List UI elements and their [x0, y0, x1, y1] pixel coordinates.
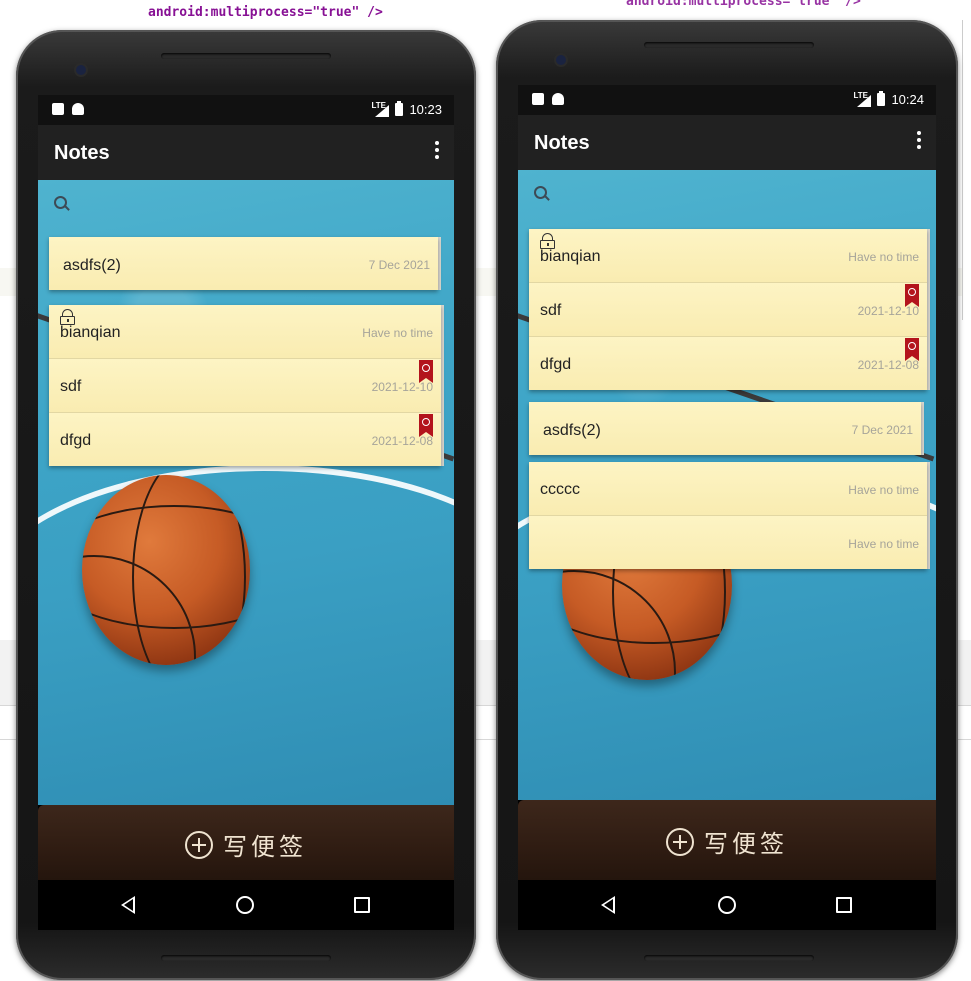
note-title: bianqian — [60, 324, 121, 341]
note-title: asdfs(2) — [63, 257, 121, 274]
alarm-icon — [905, 284, 919, 307]
notes-list-background: bianqian Have no time sdf 2021-12-10 dfg… — [518, 170, 936, 800]
new-note-button[interactable]: 写便签 — [185, 827, 307, 862]
note-time: 2021-12-10 — [371, 380, 433, 394]
note-title: sdf — [60, 378, 82, 395]
note-folder-group: ccccc Have no time Have no time — [529, 462, 927, 569]
speaker-grille — [161, 53, 331, 59]
note-card[interactable]: asdfs(2) 7 Dec 2021 — [49, 237, 438, 290]
screen: LTE 10:24 Notes bianqian Have no time sd… — [518, 85, 936, 930]
note-time: 2021-12-08 — [371, 434, 433, 448]
note-item[interactable]: dfgd 2021-12-08 — [49, 413, 441, 466]
basketball-image — [82, 475, 250, 665]
navigation-bar — [38, 880, 454, 930]
new-note-label: 写便签 — [223, 833, 307, 861]
search-icon[interactable] — [54, 196, 70, 212]
note-time: Have no time — [848, 483, 919, 497]
overflow-menu-icon[interactable] — [916, 129, 922, 155]
signal-icon: LTE — [853, 91, 872, 107]
speaker-grille — [644, 42, 814, 48]
bottom-speaker — [161, 955, 331, 961]
note-folder-group: bianqian Have no time sdf 2021-12-10 dfg… — [49, 305, 441, 466]
note-item[interactable]: Have no time — [529, 516, 927, 569]
status-bar: LTE 10:24 — [518, 85, 936, 115]
note-time: Have no time — [848, 537, 919, 551]
note-title: bianqian — [540, 248, 601, 265]
sd-card-icon — [532, 93, 544, 105]
note-item[interactable]: ccccc Have no time — [529, 462, 927, 516]
signal-icon: LTE — [371, 101, 390, 117]
bottom-speaker — [644, 955, 814, 961]
notes-list-background: asdfs(2) 7 Dec 2021 bianqian Have no tim… — [38, 180, 454, 805]
new-note-bar: 写便签 — [38, 805, 454, 880]
lock-icon — [540, 233, 555, 249]
plus-circle-icon — [666, 827, 694, 856]
page-title: Notes — [54, 142, 110, 164]
search-icon[interactable] — [534, 186, 550, 202]
battery-icon — [877, 91, 886, 106]
alarm-icon — [419, 360, 433, 383]
recents-icon[interactable] — [354, 897, 370, 913]
note-time: Have no time — [848, 250, 919, 264]
ide-code-text: android:multiprocess="true" /> — [148, 5, 383, 20]
home-icon[interactable] — [236, 896, 254, 914]
note-item[interactable]: bianqian Have no time — [49, 305, 441, 359]
new-note-button[interactable]: 写便签 — [666, 824, 788, 859]
note-title: sdf — [540, 302, 562, 319]
note-title: asdfs(2) — [543, 422, 601, 439]
note-card[interactable]: asdfs(2) 7 Dec 2021 — [529, 402, 921, 455]
note-item[interactable]: asdfs(2) 7 Dec 2021 — [529, 402, 921, 455]
note-item[interactable]: asdfs(2) 7 Dec 2021 — [49, 237, 438, 290]
app-bar: Notes — [38, 125, 454, 180]
plus-circle-icon — [185, 830, 213, 859]
note-item[interactable]: dfgd 2021-12-08 — [529, 337, 927, 390]
app-bar: Notes — [518, 115, 936, 170]
recents-icon[interactable] — [836, 897, 852, 913]
alarm-icon — [905, 338, 919, 361]
status-bar: LTE 10:23 — [38, 95, 454, 125]
status-time: 10:24 — [891, 92, 924, 107]
note-time: 7 Dec 2021 — [851, 423, 913, 437]
new-note-bar: 写便签 — [518, 800, 936, 880]
note-item[interactable]: bianqian Have no time — [529, 229, 927, 283]
screen: LTE 10:23 Notes asdfs(2) 7 Dec 2021 bian… — [38, 95, 454, 930]
note-time: Have no time — [362, 326, 433, 340]
note-folder-group: bianqian Have no time sdf 2021-12-10 dfg… — [529, 229, 927, 390]
note-item[interactable]: sdf 2021-12-10 — [529, 283, 927, 337]
back-icon[interactable] — [121, 896, 135, 914]
alarm-icon — [419, 414, 433, 437]
note-title: dfgd — [60, 432, 92, 449]
navigation-bar — [518, 880, 936, 930]
ide-code-line-right: android:multiprocess="true" /> — [626, 0, 861, 9]
lock-icon — [60, 309, 75, 325]
overflow-menu-icon[interactable] — [434, 139, 440, 165]
note-time: 2021-12-10 — [857, 304, 919, 318]
back-icon[interactable] — [601, 896, 615, 914]
ide-code-text-right: android:multiprocess="true" /> — [626, 0, 861, 9]
phone-frame-2: LTE 10:24 Notes bianqian Have no time sd… — [496, 20, 958, 980]
android-icon — [72, 103, 84, 115]
note-time: 7 Dec 2021 — [368, 258, 430, 272]
ide-editor-edge — [962, 20, 971, 320]
note-title: dfgd — [540, 356, 572, 373]
note-item[interactable]: sdf 2021-12-10 — [49, 359, 441, 413]
status-time: 10:23 — [409, 102, 442, 117]
android-icon — [552, 93, 564, 105]
phone-frame-1: LTE 10:23 Notes asdfs(2) 7 Dec 2021 bian… — [16, 30, 476, 980]
front-camera — [556, 55, 566, 65]
ide-code-line: android:multiprocess="true" /> — [148, 5, 383, 20]
ide-highlight — [476, 268, 496, 296]
home-icon[interactable] — [718, 896, 736, 914]
note-title: ccccc — [540, 481, 580, 498]
battery-icon — [395, 101, 404, 116]
front-camera — [76, 65, 86, 75]
page-title: Notes — [534, 132, 590, 154]
sd-card-icon — [52, 103, 64, 115]
note-time: 2021-12-08 — [857, 358, 919, 372]
new-note-label: 写便签 — [704, 830, 788, 858]
